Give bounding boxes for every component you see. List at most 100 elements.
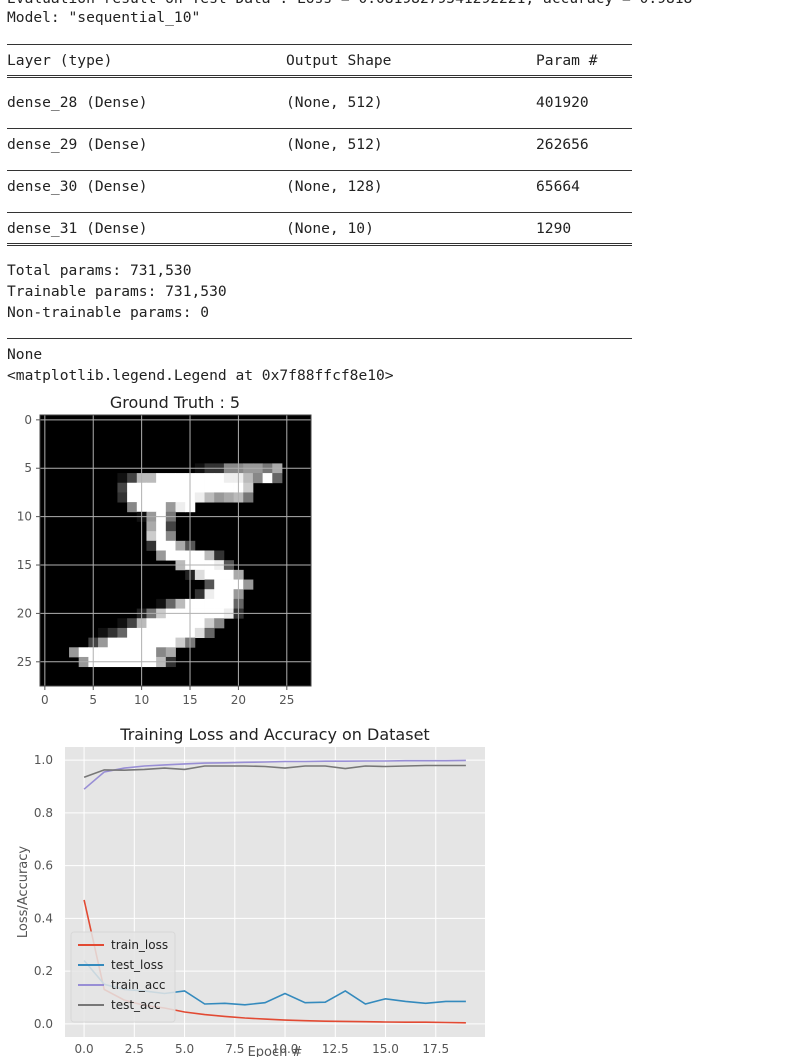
digit-pixel <box>214 589 225 600</box>
digit-pixel <box>117 637 128 648</box>
digit-pixel <box>194 550 205 561</box>
digit-pixel <box>127 637 138 648</box>
digit-pixel <box>194 473 205 484</box>
legend-label: test_acc <box>111 998 161 1012</box>
digit-pixel <box>156 540 167 551</box>
digit-pixel <box>194 598 205 609</box>
x-tick-label: 0.0 <box>75 1042 94 1056</box>
row-layer: dense_28 (Dense) <box>7 94 148 111</box>
x-tick-label: 5 <box>89 693 97 707</box>
digit-pixel <box>204 473 215 484</box>
digit-pixel <box>156 473 167 484</box>
digit-pixel <box>127 473 138 484</box>
digit-pixel <box>146 531 157 542</box>
digit-pixel <box>175 502 186 513</box>
digit-pixel <box>127 647 138 658</box>
digit-pixel <box>165 473 176 484</box>
y-tick-label: 0.8 <box>34 806 53 820</box>
eval-result-line: Evaluation result on Test Data : Loss = … <box>7 0 692 8</box>
digit-pixel <box>175 540 186 551</box>
digit-pixel <box>272 473 283 484</box>
digit-pixel <box>156 627 167 639</box>
digit-pixel <box>146 473 157 484</box>
y-tick-label: 5 <box>24 461 32 475</box>
row-layer: dense_29 (Dense) <box>7 136 148 153</box>
digit-pixel <box>156 637 167 648</box>
y-tick-label: 20 <box>17 606 32 620</box>
row-params: 1290 <box>536 220 572 237</box>
digit-pixel <box>127 492 138 503</box>
row-shape: (None, 512) <box>286 94 383 111</box>
digit-pixel <box>127 482 138 493</box>
digit-pixel <box>146 492 157 503</box>
digit-pixel <box>243 492 254 503</box>
digit-pixel <box>223 492 234 503</box>
digit-pixel <box>146 618 157 629</box>
legend-label: test_loss <box>111 958 163 972</box>
digit-pixel <box>204 598 215 609</box>
digit-pixel <box>214 473 225 484</box>
digit-pixel <box>223 473 234 484</box>
x-tick-label: 15.0 <box>372 1042 399 1056</box>
digit-pixel <box>175 598 186 609</box>
digit-pixel <box>243 482 254 493</box>
digit-pixel <box>146 637 157 648</box>
digit-pixel <box>214 598 225 609</box>
digit-pixel <box>204 618 215 629</box>
digit-pixel <box>165 627 176 639</box>
digit-pixel <box>194 492 205 503</box>
digit-pixel <box>117 627 128 639</box>
x-tick-label: 15 <box>182 693 197 707</box>
digit-pixel <box>156 531 167 542</box>
digit-pixel <box>127 502 138 513</box>
digit-pixel <box>223 579 234 590</box>
y-tick-label: 25 <box>17 655 32 669</box>
summary-rule <box>7 212 632 213</box>
digit-pixel <box>127 627 138 639</box>
row-params: 262656 <box>536 136 589 153</box>
row-layer: dense_30 (Dense) <box>7 178 148 195</box>
digit-pixel <box>146 540 157 551</box>
summary-rule-double <box>7 243 632 246</box>
legend-repr: <matplotlib.legend.Legend at 0x7f88ffcf8… <box>7 367 394 384</box>
y-tick-label: 0.2 <box>34 964 53 978</box>
x-axis-label: Epoch # <box>248 1045 303 1057</box>
row-params: 401920 <box>536 94 589 111</box>
header-param: Param # <box>536 52 598 69</box>
digit-pixel <box>252 473 264 484</box>
total-params: Total params: 731,530 <box>7 262 192 279</box>
y-tick-label: 15 <box>17 558 32 572</box>
y-tick-label: 0.0 <box>34 1017 53 1031</box>
row-shape: (None, 10) <box>286 220 374 237</box>
digit-pixel <box>194 589 205 600</box>
digit-pixel <box>175 492 186 503</box>
none-output: None <box>7 346 43 363</box>
digit-pixel <box>165 540 176 551</box>
digit-pixel <box>117 492 128 503</box>
y-tick-label: 0 <box>24 413 32 427</box>
digit-pixel <box>107 647 118 658</box>
digit-pixel <box>194 482 205 493</box>
digit-pixel <box>117 473 128 484</box>
y-axis-label: Loss/Accuracy <box>16 846 31 939</box>
digit-pixel <box>156 598 167 609</box>
model-name-line: Model: "sequential_10" <box>7 9 201 26</box>
trainable-params: Trainable params: 731,530 <box>7 283 227 300</box>
digit-pixel <box>165 482 176 493</box>
training-chart: Training Loss and Accuracy on Dataset 0.… <box>16 725 485 1057</box>
digit-pixel <box>204 579 215 590</box>
digit-pixel <box>165 550 176 561</box>
digit-pixel <box>204 482 215 493</box>
y-tick-label: 1.0 <box>34 753 53 767</box>
x-tick-label: 12.5 <box>322 1042 349 1056</box>
header-layer: Layer (type) <box>7 52 113 69</box>
x-tick-label: 10 <box>134 693 149 707</box>
summary-rule-double <box>7 75 632 78</box>
digit-pixel <box>214 618 225 629</box>
digit-pixel <box>156 647 167 658</box>
digit-pixel <box>204 492 215 503</box>
digit-pixel <box>165 521 176 532</box>
digit-pixel <box>156 492 167 503</box>
digit-pixel <box>243 473 254 484</box>
digit-pixel <box>175 637 186 648</box>
